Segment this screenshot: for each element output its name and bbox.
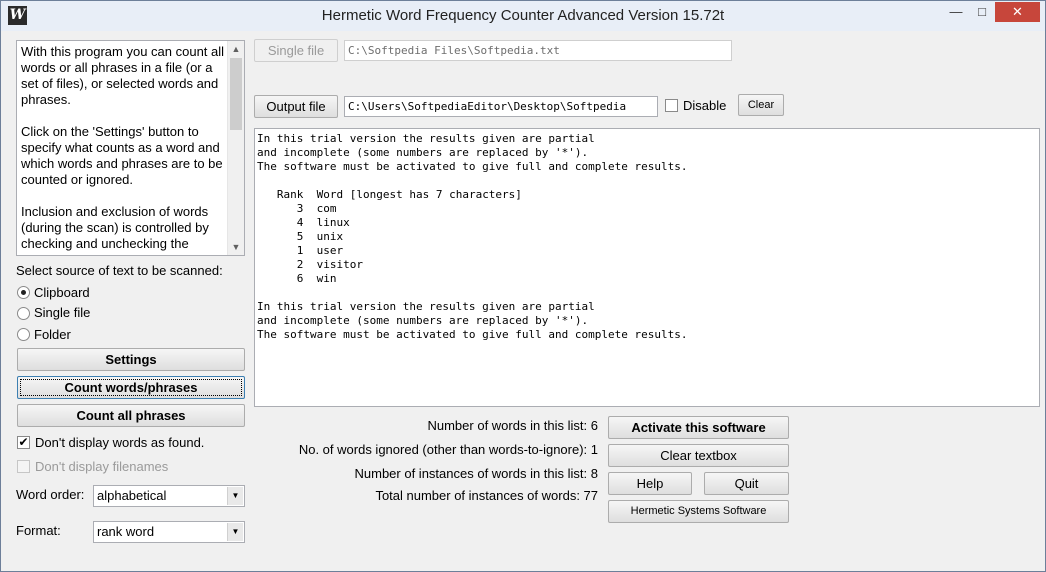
result-word: visitor — [316, 258, 363, 271]
result-row: 2 visitor — [257, 258, 1037, 272]
result-word: linux — [316, 216, 350, 229]
scroll-up-icon[interactable]: ▲ — [228, 41, 244, 57]
result-word: win — [316, 272, 337, 285]
window-title: Hermetic Word Frequency Counter Advanced… — [321, 7, 725, 24]
trial-notice-line: The software must be activated to give f… — [257, 160, 688, 173]
disable-output-checkbox[interactable] — [665, 99, 678, 112]
results-textbox[interactable]: In this trial version the results given … — [254, 128, 1040, 407]
activate-button[interactable]: Activate this software — [608, 416, 789, 439]
trial-notice-line: In this trial version the results given … — [257, 132, 595, 145]
clear-button[interactable]: Clear — [738, 94, 784, 116]
help-paragraph: Inclusion and exclusion of words (during… — [21, 204, 209, 251]
help-paragraph: With this program you can count all word… — [21, 44, 225, 107]
help-textbox[interactable]: With this program you can count all word… — [16, 40, 245, 256]
stat-words-in-list: Number of words in this list: 6 — [427, 418, 598, 433]
stat-instances-in-list: Number of instances of words in this lis… — [354, 466, 599, 481]
word-order-value: alphabetical — [97, 488, 167, 503]
result-word: com — [316, 202, 337, 215]
single-file-path-field: C:\Softpedia Files\Softpedia.txt — [344, 40, 732, 61]
dont-display-words-checkbox[interactable]: ✔ — [17, 436, 30, 449]
help-text: With this program you can count all word… — [21, 44, 227, 255]
dont-display-filenames-checkbox — [17, 460, 30, 473]
hermetic-systems-button[interactable]: Hermetic Systems Software — [608, 500, 789, 523]
radio-label-single-file[interactable]: Single file — [34, 305, 90, 320]
quit-button[interactable]: Quit — [704, 472, 789, 495]
help-paragraph: Click on the 'Settings' button to specif… — [21, 124, 223, 187]
trial-notice-line: and incomplete (some numbers are replace… — [257, 314, 589, 327]
result-rank: 5 — [296, 230, 304, 243]
help-button[interactable]: Help — [608, 472, 692, 495]
result-rank: 1 — [296, 244, 304, 257]
scroll-thumb[interactable] — [230, 58, 242, 130]
trial-notice-line: and incomplete (some numbers are replace… — [257, 146, 589, 159]
count-phrases-button[interactable]: Count all phrases — [17, 404, 245, 427]
chevron-down-icon[interactable]: ▼ — [227, 523, 243, 541]
maximize-icon[interactable]: □ — [969, 2, 995, 22]
format-value: rank word — [97, 524, 155, 539]
format-select[interactable]: rank word ▼ — [93, 521, 245, 543]
word-order-label: Word order: — [16, 487, 85, 502]
result-rank: 2 — [296, 258, 304, 271]
result-rank: 4 — [296, 216, 304, 229]
radio-button[interactable] — [17, 286, 30, 299]
result-word: user — [316, 244, 344, 257]
results-header-row: Rank Word [longest has 7 characters] — [257, 188, 1037, 202]
count-words-button[interactable]: Count words/phrases — [17, 376, 245, 399]
single-file-button: Single file — [254, 39, 338, 62]
settings-button[interactable]: Settings — [17, 348, 245, 371]
app-window: W Hermetic Word Frequency Counter Advanc… — [0, 0, 1046, 572]
result-row: 4 linux — [257, 216, 1037, 230]
disable-output-label[interactable]: Disable — [683, 98, 726, 113]
result-word: unix — [316, 230, 344, 243]
radio-label-folder[interactable]: Folder — [34, 327, 71, 342]
chevron-down-icon[interactable]: ▼ — [227, 487, 243, 505]
result-rank: 6 — [296, 272, 304, 285]
output-file-path-field[interactable]: C:\Users\SoftpediaEditor\Desktop\Softped… — [344, 96, 658, 117]
result-row: 1 user — [257, 244, 1037, 258]
help-scrollbar[interactable]: ▲ ▼ — [227, 41, 244, 255]
close-icon[interactable]: ✕ — [995, 2, 1040, 22]
title-bar: W Hermetic Word Frequency Counter Advanc… — [1, 1, 1045, 31]
result-row: 6 win — [257, 272, 1037, 286]
trial-notice-line: In this trial version the results given … — [257, 300, 595, 313]
result-rank: 3 — [296, 202, 304, 215]
minimize-icon[interactable]: — — [943, 2, 969, 22]
result-row: 5 unix — [257, 230, 1037, 244]
output-file-button[interactable]: Output file — [254, 95, 338, 118]
stat-words-ignored: No. of words ignored (other than words-t… — [298, 442, 598, 457]
radio-selected-dot — [21, 290, 26, 295]
source-label: Select source of text to be scanned: — [16, 263, 223, 278]
radio-label-clipboard[interactable]: Clipboard — [34, 285, 90, 300]
trial-notice-line: The software must be activated to give f… — [257, 328, 688, 341]
dont-display-filenames-label: Don't display filenames — [35, 459, 169, 474]
clear-textbox-button[interactable]: Clear textbox — [608, 444, 789, 467]
radio-button[interactable] — [17, 328, 30, 341]
word-order-select[interactable]: alphabetical ▼ — [93, 485, 245, 507]
format-label: Format: — [16, 523, 61, 538]
dont-display-words-label[interactable]: Don't display words as found. — [35, 435, 204, 450]
stat-total-instances: Total number of instances of words: 77 — [375, 488, 598, 503]
word-header: Word [longest has 7 characters] — [316, 188, 522, 201]
result-row: 3 com — [257, 202, 1037, 216]
radio-button[interactable] — [17, 307, 30, 320]
rank-header: Rank — [276, 188, 304, 201]
scroll-down-icon[interactable]: ▼ — [228, 239, 244, 255]
